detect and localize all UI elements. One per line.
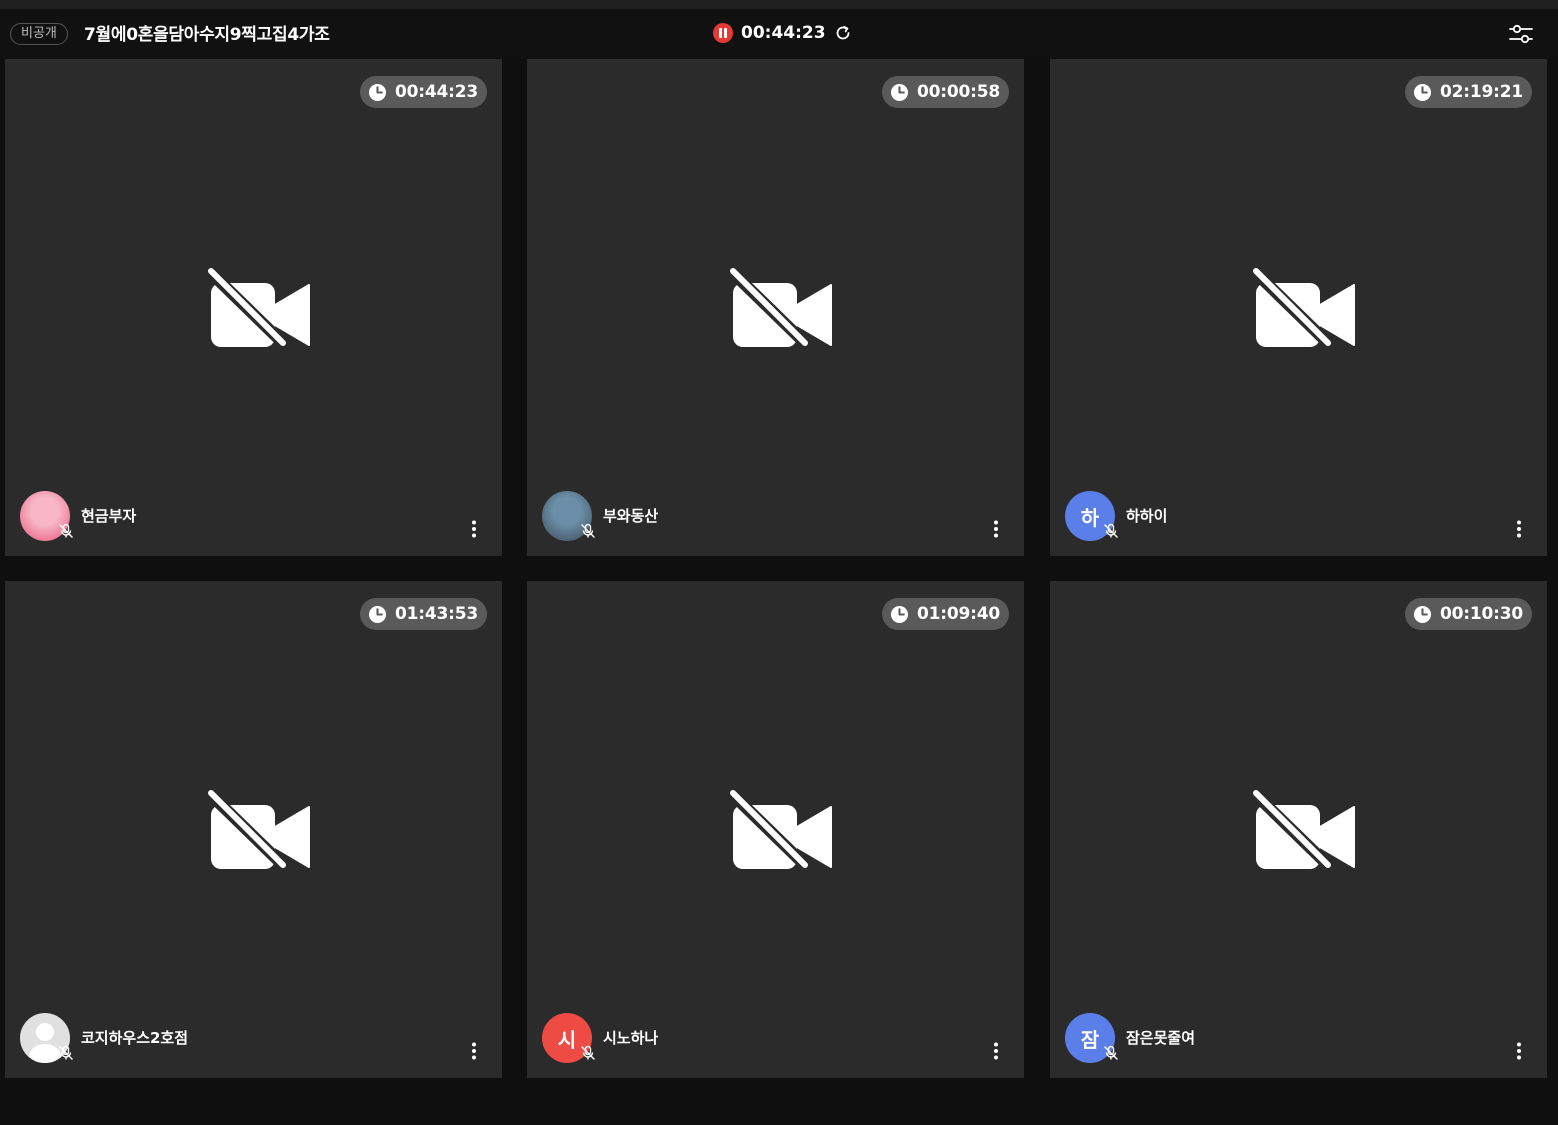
timer-text: 02:19:21 bbox=[1440, 82, 1523, 102]
participant-name: 코지하우스2호점 bbox=[81, 1029, 189, 1047]
participant-timer: 01:43:53 bbox=[360, 598, 487, 630]
camera-off-icon bbox=[1248, 267, 1355, 349]
participant-name: 하하이 bbox=[1126, 507, 1168, 525]
more-vertical-icon[interactable] bbox=[993, 1042, 999, 1060]
more-vertical-icon[interactable] bbox=[1516, 1042, 1522, 1060]
timer-text: 00:00:58 bbox=[917, 82, 1000, 102]
mic-off-icon bbox=[1104, 523, 1118, 538]
participant-name: 시노하나 bbox=[603, 1029, 659, 1047]
clock-icon bbox=[368, 83, 387, 101]
more-vertical-icon[interactable] bbox=[993, 520, 999, 538]
mic-off-icon bbox=[581, 1045, 595, 1060]
mic-off-icon bbox=[581, 523, 595, 538]
participant-timer: 02:19:21 bbox=[1405, 76, 1532, 108]
meeting-header: 비공개 7월에0혼을담아수지9찍고집4가조 00:44:23 bbox=[0, 9, 1558, 59]
camera-off-icon bbox=[203, 789, 310, 871]
camera-off-icon bbox=[203, 267, 310, 349]
camera-off-icon bbox=[1248, 789, 1355, 871]
more-vertical-icon[interactable] bbox=[471, 520, 477, 538]
recording-status: 00:44:23 bbox=[713, 23, 852, 43]
privacy-badge: 비공개 bbox=[10, 23, 68, 45]
mic-off-icon bbox=[1104, 1045, 1118, 1060]
participant-tile-5[interactable]: 01:09:40 시 시노하나 bbox=[527, 581, 1024, 1078]
participant-tile-1[interactable]: 00:44:23 현금부자 bbox=[5, 59, 502, 556]
timer-text: 01:43:53 bbox=[395, 604, 478, 624]
participant-name: 현금부자 bbox=[81, 507, 137, 525]
participant-name: 잠은못줄여 bbox=[1126, 1029, 1196, 1047]
mic-off-icon bbox=[59, 523, 73, 538]
timer-text: 00:44:23 bbox=[395, 82, 478, 102]
top-strip bbox=[0, 0, 1558, 9]
avatar-letter: 잠 bbox=[1080, 1027, 1100, 1052]
timer-text: 01:09:40 bbox=[917, 604, 1000, 624]
participant-timer: 00:00:58 bbox=[882, 76, 1009, 108]
timer-text: 00:10:30 bbox=[1440, 604, 1523, 624]
sliders-settings-icon[interactable] bbox=[1508, 23, 1534, 45]
avatar-letter: 시 bbox=[557, 1027, 577, 1052]
camera-off-icon bbox=[725, 789, 832, 871]
clock-icon bbox=[890, 83, 909, 101]
refresh-icon[interactable] bbox=[834, 24, 852, 42]
pause-recording-icon[interactable] bbox=[713, 23, 733, 43]
more-vertical-icon[interactable] bbox=[471, 1042, 477, 1060]
clock-icon bbox=[890, 605, 909, 623]
participant-tile-2[interactable]: 00:00:58 부와동산 bbox=[527, 59, 1024, 556]
recording-time: 00:44:23 bbox=[741, 23, 826, 43]
mic-off-icon bbox=[59, 1045, 73, 1060]
participant-tile-3[interactable]: 02:19:21 하 하하이 bbox=[1050, 59, 1547, 556]
participant-timer: 01:09:40 bbox=[882, 598, 1009, 630]
participant-tile-6[interactable]: 00:10:30 잠 잠은못줄여 bbox=[1050, 581, 1547, 1078]
participant-tile-4[interactable]: 01:43:53 코지하우스2호점 bbox=[5, 581, 502, 1078]
clock-icon bbox=[368, 605, 387, 623]
camera-off-icon bbox=[725, 267, 832, 349]
clock-icon bbox=[1413, 605, 1432, 623]
participant-timer: 00:10:30 bbox=[1405, 598, 1532, 630]
participant-name: 부와동산 bbox=[603, 507, 659, 525]
avatar-letter: 하 bbox=[1080, 505, 1100, 530]
clock-icon bbox=[1413, 83, 1432, 101]
room-title: 7월에0혼을담아수지9찍고집4가조 bbox=[84, 25, 330, 45]
more-vertical-icon[interactable] bbox=[1516, 520, 1522, 538]
participant-timer: 00:44:23 bbox=[360, 76, 487, 108]
